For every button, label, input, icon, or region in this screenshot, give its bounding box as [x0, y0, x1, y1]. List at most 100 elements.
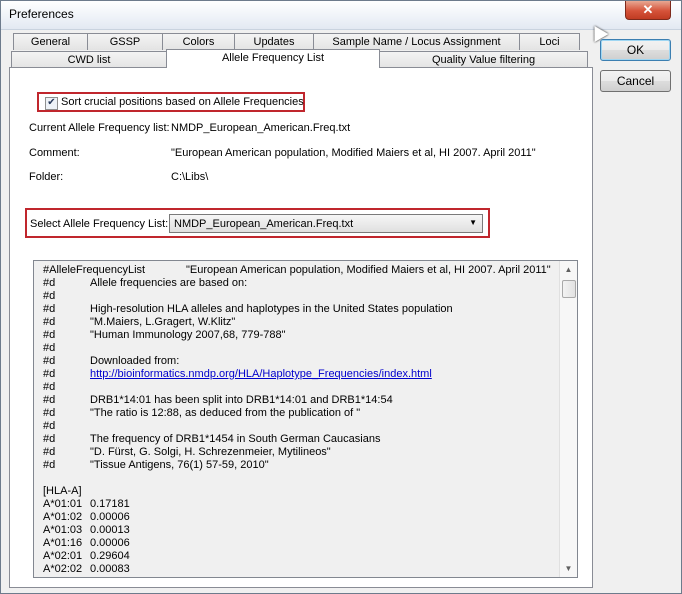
- current-list-value: NMDP_European_American.Freq.txt: [171, 122, 351, 134]
- file-line-c1: [HLA-A]: [43, 485, 82, 497]
- select-list-label: Select Allele Frequency List:: [30, 218, 169, 230]
- tab-colors[interactable]: Colors: [162, 33, 235, 50]
- file-line-c1: A*01:16: [43, 537, 83, 549]
- file-line-c2: 0.29604: [90, 550, 130, 562]
- cancel-button[interactable]: Cancel: [600, 70, 671, 92]
- file-line-c2: 0.00083: [90, 563, 130, 575]
- file-content-lines: #AlleleFrequencyList "European American p…: [43, 264, 563, 576]
- file-line-c1: #d: [43, 329, 56, 341]
- scroll-thumb[interactable]: [562, 280, 576, 298]
- scroll-up-arrow-icon[interactable]: ▲: [560, 261, 577, 278]
- tab-label: Allele Frequency List: [221, 52, 325, 64]
- file-line-c2: Allele frequencies are based on:: [90, 277, 248, 289]
- file-line-c1: #d: [43, 355, 56, 367]
- file-line-c1: #d: [43, 420, 56, 432]
- file-line-c2: "Tissue Antigens, 76(1) 57-59, 2010": [90, 459, 269, 471]
- dropdown-selected-value: NMDP_European_American.Freq.txt: [174, 218, 354, 230]
- sort-checkbox-highlight: ✔ Sort crucial positions based on Allele…: [37, 92, 305, 112]
- file-content-textbox[interactable]: #AlleleFrequencyList "European American p…: [33, 260, 578, 578]
- file-line-c2: The frequency of DRB1*1454 in South Germ…: [90, 433, 381, 445]
- file-line-c1: #d: [43, 277, 56, 289]
- file-line-c2: High-resolution HLA alleles and haplotyp…: [90, 303, 453, 315]
- file-line: [43, 472, 563, 485]
- tab-sample-name-locus-assignment[interactable]: Sample Name / Locus Assignment: [313, 33, 520, 50]
- file-line-c1: #d: [43, 394, 56, 406]
- file-line: #d http://bioinformatics.nmdp.org/HLA/Hap…: [43, 368, 563, 381]
- ok-button-label: OK: [626, 43, 645, 57]
- tab-label: Quality Value filtering: [431, 54, 536, 66]
- tab-allele-frequency-list[interactable]: Allele Frequency List: [166, 49, 380, 68]
- file-line: A*01:16 0.00006: [43, 537, 563, 550]
- comment-label: Comment:: [29, 147, 80, 159]
- ok-button[interactable]: OK: [600, 39, 671, 61]
- tab-updates[interactable]: Updates: [234, 33, 314, 50]
- title-bar: Preferences ✕: [1, 1, 681, 30]
- file-line-c2: Downloaded from:: [90, 355, 180, 367]
- tab-loci[interactable]: Loci: [519, 33, 580, 50]
- file-line-c1: #d: [43, 407, 56, 419]
- file-line: #d Allele frequencies are based on:: [43, 277, 563, 290]
- vertical-scrollbar[interactable]: ▲ ▼: [559, 261, 577, 577]
- file-line: #d "The ratio is 12:88, as deduced from t…: [43, 407, 563, 420]
- file-line-c1: #d: [43, 342, 56, 354]
- file-line-c2: DRB1*14:01 has been split into DRB1*14:0…: [90, 394, 393, 406]
- file-line: #d: [43, 420, 563, 433]
- allele-frequency-list-dropdown[interactable]: NMDP_European_American.Freq.txt ▼: [169, 214, 483, 233]
- file-line-c1: #d: [43, 459, 56, 471]
- file-line-c2: "Human Immunology 2007,68, 779-788": [90, 329, 286, 341]
- sort-checkbox-label[interactable]: Sort crucial positions based on Allele F…: [61, 96, 304, 108]
- tab-label: General: [30, 36, 71, 48]
- close-button[interactable]: ✕: [625, 1, 671, 20]
- file-line-c1: A*02:01: [43, 550, 83, 562]
- tab-gssp[interactable]: GSSP: [87, 33, 163, 50]
- file-line: #d "D. Fürst, G. Solgi, H. Schrezenmeier,…: [43, 446, 563, 459]
- file-line-c1: #d: [43, 446, 56, 458]
- file-line-c1: A*02:02: [43, 563, 83, 575]
- file-line-c1: #d: [43, 303, 56, 315]
- folder-value: C:\Libs\: [171, 171, 209, 183]
- tab-label: GSSP: [109, 36, 141, 48]
- file-line: #d: [43, 290, 563, 303]
- download-link[interactable]: http://bioinformatics.nmdp.org/HLA/Haplo…: [90, 368, 432, 381]
- file-line-c2: 0.17181: [90, 498, 130, 510]
- file-line: A*02:02 0.00083: [43, 563, 563, 576]
- close-icon: ✕: [642, 2, 654, 17]
- file-line: #d The frequency of DRB1*1454 in South Ge…: [43, 433, 563, 446]
- file-line: #d: [43, 381, 563, 394]
- tab-label: CWD list: [67, 54, 111, 66]
- file-line: [HLA-A]: [43, 485, 563, 498]
- file-line-c1: #AlleleFrequencyList: [43, 264, 146, 276]
- file-line-c1: A*01:01: [43, 498, 83, 510]
- file-line-c1: A*01:02: [43, 511, 83, 523]
- file-line-c1: #d: [43, 381, 56, 393]
- sort-by-allele-frequencies-checkbox[interactable]: ✔: [45, 97, 58, 110]
- file-line: #d Downloaded from:: [43, 355, 563, 368]
- tab-cwd-list[interactable]: CWD list: [11, 51, 167, 68]
- file-line: #d "M.Maiers, L.Gragert, W.Klitz": [43, 316, 563, 329]
- tab-label: Sample Name / Locus Assignment: [332, 36, 501, 48]
- file-line: #d "Tissue Antigens, 76(1) 57-59, 2010": [43, 459, 563, 472]
- cancel-button-label: Cancel: [616, 74, 655, 88]
- file-line-c1: #d: [43, 316, 56, 328]
- file-line: #d "Human Immunology 2007,68, 779-788": [43, 329, 563, 342]
- scroll-down-arrow-icon[interactable]: ▼: [560, 560, 577, 577]
- file-line: #d DRB1*14:01 has been split into DRB1*14…: [43, 394, 563, 407]
- select-list-highlight: Select Allele Frequency List: NMDP_Europ…: [25, 208, 490, 238]
- file-line-c2: 0.00006: [90, 537, 130, 549]
- file-line: A*01:03 0.00013: [43, 524, 563, 537]
- chevron-down-icon: ▼: [469, 218, 477, 227]
- file-line: A*02:01 0.29604: [43, 550, 563, 563]
- preferences-window: Preferences ✕ General GSSP Colors Update…: [0, 0, 682, 594]
- current-list-label: Current Allele Frequency list:: [29, 122, 170, 134]
- file-line-c1: #d: [43, 433, 56, 445]
- file-line: A*01:01 0.17181: [43, 498, 563, 511]
- file-line-c3: "European American population, Modified …: [186, 264, 551, 276]
- file-line-c1: A*01:03: [43, 524, 83, 536]
- tab-quality-value-filtering[interactable]: Quality Value filtering: [379, 51, 588, 68]
- file-line-c1: #d: [43, 368, 56, 380]
- file-line-c2: "The ratio is 12:88, as deduced from the…: [90, 407, 361, 419]
- file-line: #AlleleFrequencyList "European American p…: [43, 264, 563, 277]
- file-line-c2: 0.00013: [90, 524, 130, 536]
- tab-label: Updates: [253, 36, 295, 48]
- tab-general[interactable]: General: [13, 33, 88, 50]
